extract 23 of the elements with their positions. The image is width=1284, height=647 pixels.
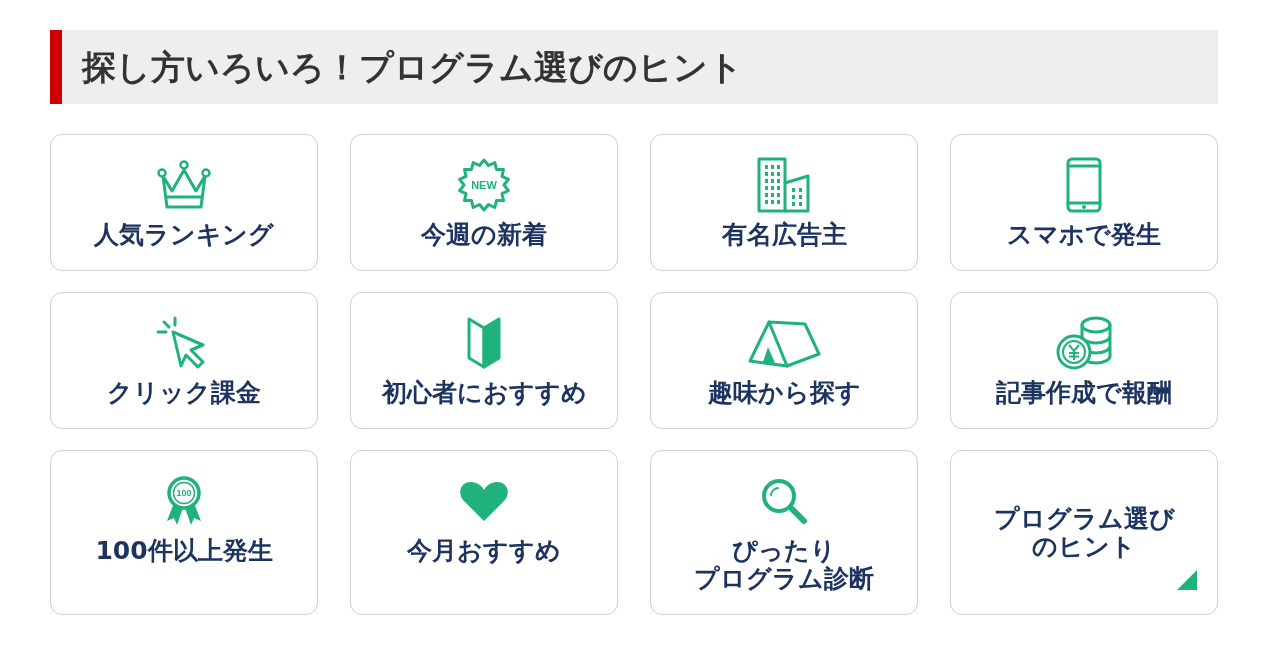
category-link[interactable]: 人気ランキング (50, 134, 318, 271)
heart-icon (457, 480, 511, 522)
category-link[interactable]: 有名広告主 (650, 134, 918, 271)
building-icon (757, 157, 811, 213)
guide-link[interactable]: プログラム選びのヒント (950, 450, 1218, 615)
yen-coins-icon (1055, 315, 1113, 371)
new-badge-icon: NEW (457, 158, 511, 212)
smartphone-icon (1066, 157, 1102, 213)
category-link[interactable]: 趣味から探す (650, 292, 918, 429)
category-link[interactable]: スマホで発生 (950, 134, 1218, 271)
category-link[interactable]: NEW 今週の新着 (350, 134, 618, 271)
category-link[interactable]: ぴったりプログラム診断 (650, 450, 918, 615)
category-link[interactable]: 100 100件以上発生 (50, 450, 318, 615)
category-link[interactable]: クリック課金 (50, 292, 318, 429)
section-title: 探し方いろいろ！プログラム選びのヒント (82, 46, 743, 88)
search-icon (760, 477, 808, 525)
category-link[interactable]: 記事作成で報酬 (950, 292, 1218, 429)
crown-icon (155, 160, 213, 210)
tent-icon (747, 318, 821, 368)
beginner-mark-icon (467, 317, 501, 369)
category-link[interactable]: 初心者におすすめ (350, 292, 618, 429)
category-link[interactable]: 今月おすすめ (350, 450, 618, 615)
corner-triangle-icon (1177, 570, 1197, 590)
